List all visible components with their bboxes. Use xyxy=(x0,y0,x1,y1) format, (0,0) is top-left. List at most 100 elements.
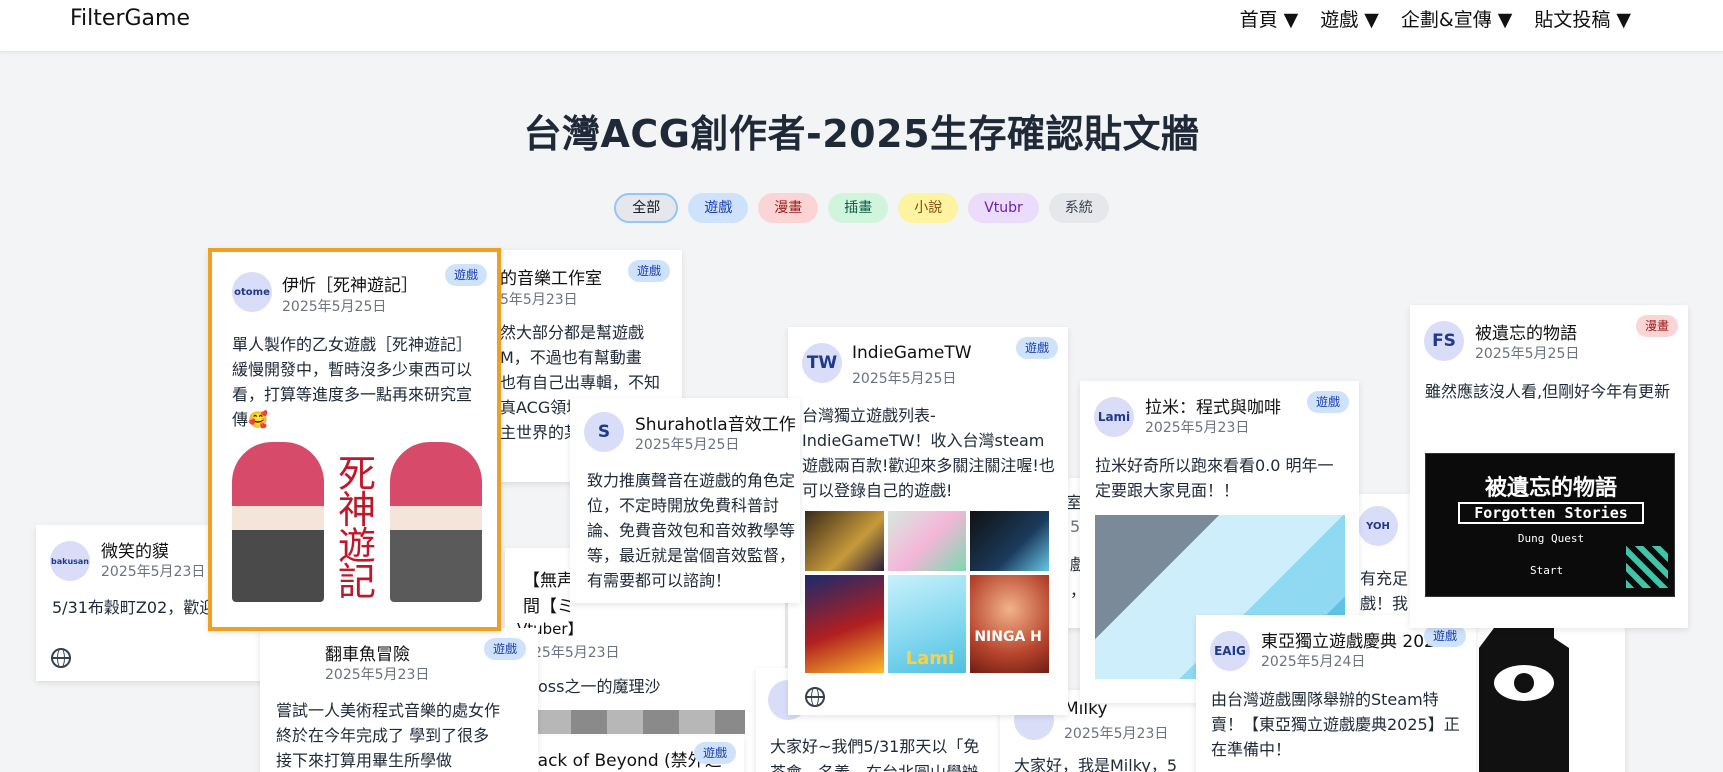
cover-title-en: Forgotten Stories xyxy=(1458,502,1644,524)
game-key-art: 死神遊記 xyxy=(232,442,482,602)
game-thumbnail-ningah[interactable]: NINGA H xyxy=(970,575,1049,673)
game-thumbnail-lami[interactable]: Lami xyxy=(887,575,967,673)
card-text-line2: 茶會，名義，在台北圓山學辦 xyxy=(770,760,978,772)
card-tag-game[interactable]: 遊戲 xyxy=(693,742,736,764)
filter-illustration[interactable]: 插畫 xyxy=(828,193,889,223)
card-date: 2025年5月24日 xyxy=(1261,654,1366,670)
category-filters: 全部 遊戲 漫畫 插畫 小說 Vtubr 系統 xyxy=(0,193,1723,223)
game-thumbnail[interactable] xyxy=(970,511,1049,571)
card-date: 5年5月23日 xyxy=(500,292,578,308)
post-card-shurahotla[interactable]: S Shurahotla音效工作 2025年5月25日 致力推廣聲音在遊戲的角色… xyxy=(570,398,800,603)
card-date: 2025年5月23日 xyxy=(101,564,206,580)
avatar: S xyxy=(584,412,624,452)
card-text: oss之一的魔理沙 xyxy=(538,677,661,696)
card-date: 2025年5月23日 xyxy=(325,667,430,683)
card-tag-comic[interactable]: 漫畫 xyxy=(1635,315,1678,337)
avatar: Lami xyxy=(1094,397,1134,437)
thumbnail-label: Lami xyxy=(905,648,955,669)
thumbnail-label: NINGA H xyxy=(974,629,1042,645)
character-right xyxy=(390,442,482,602)
filter-vtuber[interactable]: Vtubr xyxy=(968,193,1039,223)
card-tag-game[interactable]: 遊戲 xyxy=(1015,337,1058,359)
post-card-eaig[interactable]: EAIG 東亞獨立遊戲慶典 2025 2025年5月24日 遊戲 由台灣遊戲團隊… xyxy=(1196,615,1476,772)
card-author-name: IndieGameTW xyxy=(852,343,972,363)
card-author-name: 被遺忘的物語 xyxy=(1475,324,1577,344)
filter-all[interactable]: 全部 xyxy=(614,193,679,223)
game-cover-image: 被遺忘的物語 Forgotten Stories Dung Quest Star… xyxy=(1425,453,1675,597)
card-text: 雖然應該沒人看,但剛好今年有更新 xyxy=(1425,382,1671,401)
card-date: 2025年5月23日 xyxy=(1064,726,1169,742)
nav-item-submit[interactable]: 貼文投稿 ▼ xyxy=(1534,5,1631,32)
card-author-name-line2: 間【ミ xyxy=(523,597,574,617)
card-author-name: 伊忻［死神遊記］ xyxy=(282,276,418,296)
brand-logo[interactable]: FilterGame xyxy=(70,6,190,31)
pixel-character-icon xyxy=(1626,546,1668,588)
card-text: 單人製作的乙女遊戲［死神遊記］緩慢開發中，暫時沒多少東西可以看，打算等進度多一點… xyxy=(232,335,473,429)
avatar: YOH xyxy=(1358,506,1398,546)
card-text: 5 xyxy=(1070,517,1081,536)
card-image-strip xyxy=(535,710,745,734)
card-text: 台灣獨立遊戲列表-IndieGameTW！收入台灣steam遊戲兩百款!歡迎來多… xyxy=(802,406,1055,500)
card-author-name: 微笑的貘 xyxy=(101,542,169,562)
card-tag-game[interactable]: 遊戲 xyxy=(444,264,487,286)
card-author-name: Back of Beyond (禁外之 xyxy=(526,751,722,771)
nav-menu: 首頁 ▼ 遊戲 ▼ 企劃&宣傳 ▼ 貼文投稿 ▼ xyxy=(1240,5,1631,32)
avatar: EAIG xyxy=(1210,631,1250,671)
cover-start: Start xyxy=(1530,564,1564,577)
card-tag-game[interactable]: 遊戲 xyxy=(1306,391,1349,413)
card-text: 由台灣遊戲團隊舉辦的Steam特賣！【東亞獨立遊戲慶典2025】正在準備中！ xyxy=(1211,690,1460,759)
avatar: TW xyxy=(802,343,842,383)
cover-subtitle: Dung Quest xyxy=(1517,532,1585,545)
globe-icon[interactable] xyxy=(51,648,71,668)
game-thumbnail[interactable] xyxy=(887,511,967,571)
card-author-name: 拉米：程式與咖啡 xyxy=(1145,398,1281,418)
cover-title-cn: 被遺忘的物語 xyxy=(1484,476,1617,501)
game-thumbnail-grid: Lami NINGA H xyxy=(805,511,1049,673)
card-author-name: Shurahotla音效工作 xyxy=(635,415,796,435)
post-card-eye[interactable] xyxy=(1460,628,1625,772)
card-tag-game[interactable]: 遊戲 xyxy=(483,638,526,660)
card-date: 25年5月23日 xyxy=(533,645,620,661)
card-tag-game[interactable]: 遊戲 xyxy=(1423,625,1466,647)
card-author-name: 東亞獨立遊戲慶典 2025 xyxy=(1261,632,1446,652)
card-text: 致力推廣聲音在遊戲的角色定位，不定時開放免費科普討論、免費音效包和音效教學等等，… xyxy=(587,471,796,590)
card-text-line: 也有自己出專輯，不知 xyxy=(500,373,661,392)
card-text: 嘗試一人美術程式音樂的處女作 終於在今年完成了 學到了很多 接下來打算用畢生所學… xyxy=(276,698,500,772)
card-text: 有充足 xyxy=(1360,569,1409,588)
card-text-line: 接下來打算用畢生所學做 xyxy=(276,751,453,770)
card-text-line: M，不過也有幫動畫 xyxy=(500,348,642,367)
card-text-line: 嘗試一人美術程式音樂的處女作 xyxy=(276,701,501,720)
card-text: 5/31布穀町Z02，歡迎 xyxy=(52,598,216,617)
post-card-forgotten[interactable]: FS 被遺忘的物語 2025年5月25日 漫畫 雖然應該沒人看,但剛好今年有更新… xyxy=(1410,305,1688,628)
art-title: 死神遊記 xyxy=(337,452,376,604)
card-tag-game[interactable]: 遊戲 xyxy=(627,260,670,282)
card-text-line: 然大部分都是幫遊戲 xyxy=(500,323,645,342)
character-left xyxy=(232,442,324,602)
game-thumbnail[interactable] xyxy=(805,575,884,673)
nav-item-home[interactable]: 首頁 ▼ xyxy=(1240,5,1299,32)
card-text: 大家好，我是Milky，5 xyxy=(1014,756,1178,772)
post-card-indiegame[interactable]: TW IndieGameTW 2025年5月25日 遊戲 台灣獨立遊戲列表-In… xyxy=(788,327,1068,715)
filter-novel[interactable]: 小說 xyxy=(898,193,959,223)
filter-comic[interactable]: 漫畫 xyxy=(758,193,819,223)
card-author-name: 翻車魚冒險 xyxy=(325,645,410,665)
page-title: 台灣ACG創作者-2025生存確認貼文牆 xyxy=(523,112,1200,156)
card-date: 2025年5月25日 xyxy=(635,437,740,453)
card-date: 2025年5月25日 xyxy=(1475,346,1580,362)
card-text-line: 終於在今年完成了 學到了很多 xyxy=(276,726,490,745)
filter-game[interactable]: 遊戲 xyxy=(688,193,749,223)
avatar: FS xyxy=(1424,321,1464,361)
card-date: 2025年5月23日 xyxy=(1145,420,1250,436)
avatar: bakusan xyxy=(50,541,90,581)
card-text-line2: 戲！我 xyxy=(1360,594,1409,613)
globe-icon[interactable] xyxy=(805,687,825,707)
nav-item-games[interactable]: 遊戲 ▼ xyxy=(1320,5,1379,32)
post-card-capsize[interactable]: 翻車魚冒險 2025年5月23日 遊戲 嘗試一人美術程式音樂的處女作 終於在今年… xyxy=(260,628,538,772)
filter-system[interactable]: 系統 xyxy=(1048,193,1109,223)
avatar: otome xyxy=(232,272,272,312)
eye-logo-icon xyxy=(1479,628,1569,772)
post-card-otome[interactable]: otome 伊忻［死神遊記］ 2025年5月25日 遊戲 單人製作的乙女遊戲［死… xyxy=(208,248,501,631)
card-author-name: 的音樂工作室 xyxy=(500,269,602,289)
game-thumbnail[interactable] xyxy=(805,511,884,571)
nav-item-promo[interactable]: 企劃&宣傳 ▼ xyxy=(1401,5,1512,32)
